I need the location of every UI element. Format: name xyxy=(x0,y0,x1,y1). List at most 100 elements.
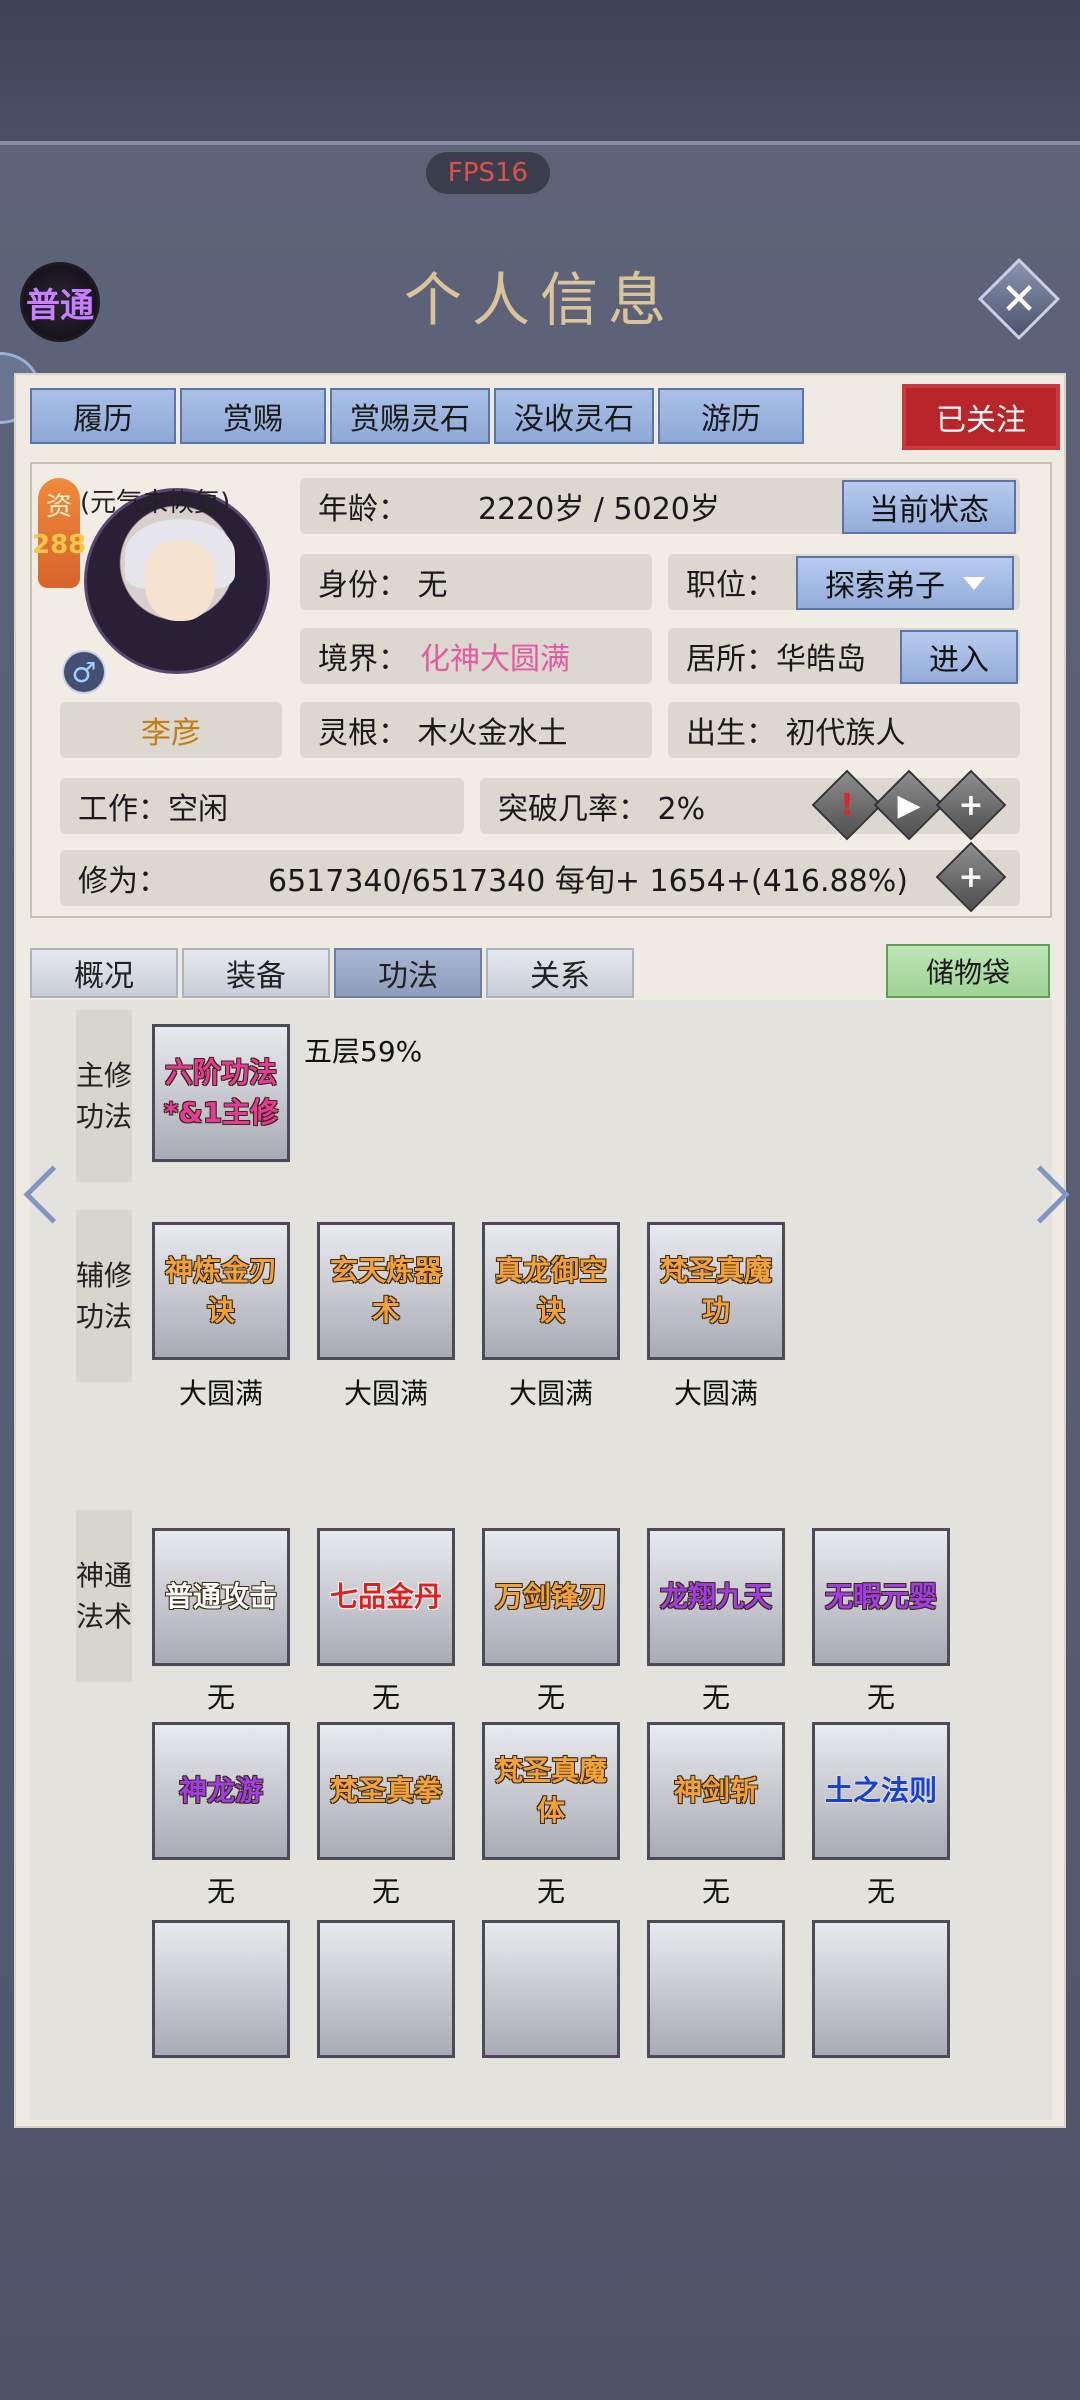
magic-status: 无 xyxy=(206,1875,235,1908)
aux-technique-status: 大圆满 xyxy=(508,1377,593,1410)
aux-technique-status: 大圆满 xyxy=(343,1377,428,1410)
close-icon: ✕ xyxy=(1000,273,1038,325)
realm-field: 境界： 化神大圆满 xyxy=(300,628,652,684)
storage-bag-button[interactable]: 储物袋 xyxy=(886,944,1050,998)
work-field: 工作：空闲 xyxy=(60,778,464,834)
chevron-down-icon xyxy=(963,576,985,590)
previous-arrow-icon[interactable] xyxy=(22,1162,66,1234)
age-label: 年龄： xyxy=(318,492,408,527)
magic-name: 万剑锋刃 xyxy=(494,1580,607,1613)
magic-status: 无 xyxy=(371,1875,400,1908)
main-technique-slot[interactable]: 六阶功法*&1主修 xyxy=(152,1024,290,1162)
magic-name: 梵圣真魔体 xyxy=(494,1754,607,1827)
aux-technique-slot[interactable]: 梵圣真魔功 xyxy=(647,1222,785,1360)
magic-name: 七品金丹 xyxy=(329,1580,442,1613)
magic-name: 普通攻击 xyxy=(164,1580,277,1613)
empty-magic-slot[interactable] xyxy=(482,1920,620,2058)
tab-relations[interactable]: 关系 xyxy=(486,948,634,998)
cultivation-field: 修为： 6517340/6517340 每旬+ 1654+(416.88%) xyxy=(60,850,1020,906)
empty-magic-slot[interactable] xyxy=(812,1920,950,2058)
close-button[interactable]: ✕ xyxy=(977,257,1061,341)
magic-slot[interactable]: 神龙游 xyxy=(152,1722,290,1860)
aux-technique-name: 真龙御空诀 xyxy=(494,1254,607,1327)
magic-slot[interactable]: 神剑斩 xyxy=(647,1722,785,1860)
warning-icon: ! xyxy=(840,787,854,823)
fps-counter: FPS16 xyxy=(426,152,550,194)
aux-technique-label: 辅修功法 xyxy=(76,1210,132,1382)
magic-slot[interactable]: 无暇元婴 xyxy=(812,1528,950,1666)
position-value: 探索弟子 xyxy=(825,569,945,604)
recovery-status: (元气未恢复) xyxy=(80,488,231,518)
tab-techniques[interactable]: 功法 xyxy=(334,948,482,998)
play-icon: ▶ xyxy=(897,787,921,823)
empty-magic-slot[interactable] xyxy=(152,1920,290,2058)
aux-technique-status: 大圆满 xyxy=(673,1377,758,1410)
tab-overview[interactable]: 概况 xyxy=(30,948,178,998)
main-technique-level: 五层59% xyxy=(304,1035,423,1068)
realm-value: 化神大圆满 xyxy=(420,642,570,677)
tab-reward[interactable]: 赏赐 xyxy=(180,388,326,444)
tab-history[interactable]: 履历 xyxy=(30,388,176,444)
plus-icon: + xyxy=(958,859,984,895)
cultivation-label: 修为： xyxy=(78,864,168,899)
magic-status: 无 xyxy=(206,1681,235,1714)
position-dropdown[interactable]: 探索弟子 xyxy=(796,556,1014,610)
cultivation-value: 6517340/6517340 每旬+ 1654+(416.88%) xyxy=(268,864,908,899)
avatar-face xyxy=(145,541,215,621)
magic-name: 土之法则 xyxy=(824,1774,937,1807)
tab-reward-stones[interactable]: 赏赐灵石 xyxy=(330,388,490,444)
tab-confiscate-stones[interactable]: 没收灵石 xyxy=(494,388,654,444)
aux-technique-slot[interactable]: 玄天炼器术 xyxy=(317,1222,455,1360)
aux-technique-name: 玄天炼器术 xyxy=(329,1254,442,1327)
current-status-button[interactable]: 当前状态 xyxy=(842,480,1016,534)
age-value: 2220岁 / 5020岁 xyxy=(478,492,720,527)
spirit-root-field: 灵根： 木火金水土 xyxy=(300,702,652,758)
empty-magic-slot[interactable] xyxy=(317,1920,455,2058)
tab-travel[interactable]: 游历 xyxy=(658,388,804,444)
section-tabs: 概况 装备 功法 关系 xyxy=(30,948,634,998)
magic-status: 无 xyxy=(866,1875,895,1908)
magic-status: 无 xyxy=(701,1875,730,1908)
magic-name: 神剑斩 xyxy=(673,1774,758,1807)
male-icon: ♂ xyxy=(62,650,106,694)
main-technique-name: 六阶功法*&1主修 xyxy=(163,1056,279,1129)
magic-slot[interactable]: 普通攻击 xyxy=(152,1528,290,1666)
magic-slot[interactable]: 七品金丹 xyxy=(317,1528,455,1666)
magic-slot[interactable]: 梵圣真魔体 xyxy=(482,1722,620,1860)
magic-name: 龙翔九天 xyxy=(659,1580,772,1613)
magic-status: 无 xyxy=(701,1681,730,1714)
aux-technique-slot[interactable]: 真龙御空诀 xyxy=(482,1222,620,1360)
magic-status: 无 xyxy=(866,1681,895,1714)
position-label: 职位： xyxy=(686,568,776,603)
identity-field: 身份： 无 xyxy=(300,554,652,610)
enter-button[interactable]: 进入 xyxy=(900,630,1018,684)
magic-slot[interactable]: 龙翔九天 xyxy=(647,1528,785,1666)
magic-slot[interactable]: 万剑锋刃 xyxy=(482,1528,620,1666)
main-technique-label: 主修功法 xyxy=(76,1010,132,1182)
aux-technique-status: 大圆满 xyxy=(178,1377,263,1410)
magic-name: 梵圣真拳 xyxy=(329,1774,442,1807)
magic-slot[interactable]: 梵圣真拳 xyxy=(317,1722,455,1860)
magic-status: 无 xyxy=(536,1875,565,1908)
birth-field: 出生： 初代族人 xyxy=(668,702,1020,758)
magic-name: 无暇元婴 xyxy=(824,1580,937,1613)
tab-equipment[interactable]: 装备 xyxy=(182,948,330,998)
top-band xyxy=(0,0,1080,145)
aux-technique-name: 神炼金刃诀 xyxy=(164,1254,277,1327)
character-name: 李彦 xyxy=(60,702,282,758)
realm-label: 境界： xyxy=(318,642,408,677)
magic-status: 无 xyxy=(371,1681,400,1714)
plus-icon: + xyxy=(958,787,984,823)
aux-technique-slot[interactable]: 神炼金刃诀 xyxy=(152,1222,290,1360)
grade-badge[interactable]: 普通 xyxy=(20,262,100,342)
talent-value: 288 xyxy=(32,530,87,560)
page-title: 个人信息 xyxy=(403,266,676,334)
magic-status: 无 xyxy=(536,1681,565,1714)
follow-button[interactable]: 已关注 xyxy=(906,388,1056,446)
empty-magic-slot[interactable] xyxy=(647,1920,785,2058)
next-arrow-icon[interactable] xyxy=(1020,1162,1064,1234)
magic-slot[interactable]: 土之法则 xyxy=(812,1722,950,1860)
magic-name: 神龙游 xyxy=(178,1774,263,1807)
magic-label: 神通法术 xyxy=(76,1510,132,1682)
top-tabs: 履历 赏赐 赏赐灵石 没收灵石 游历 xyxy=(30,388,804,444)
